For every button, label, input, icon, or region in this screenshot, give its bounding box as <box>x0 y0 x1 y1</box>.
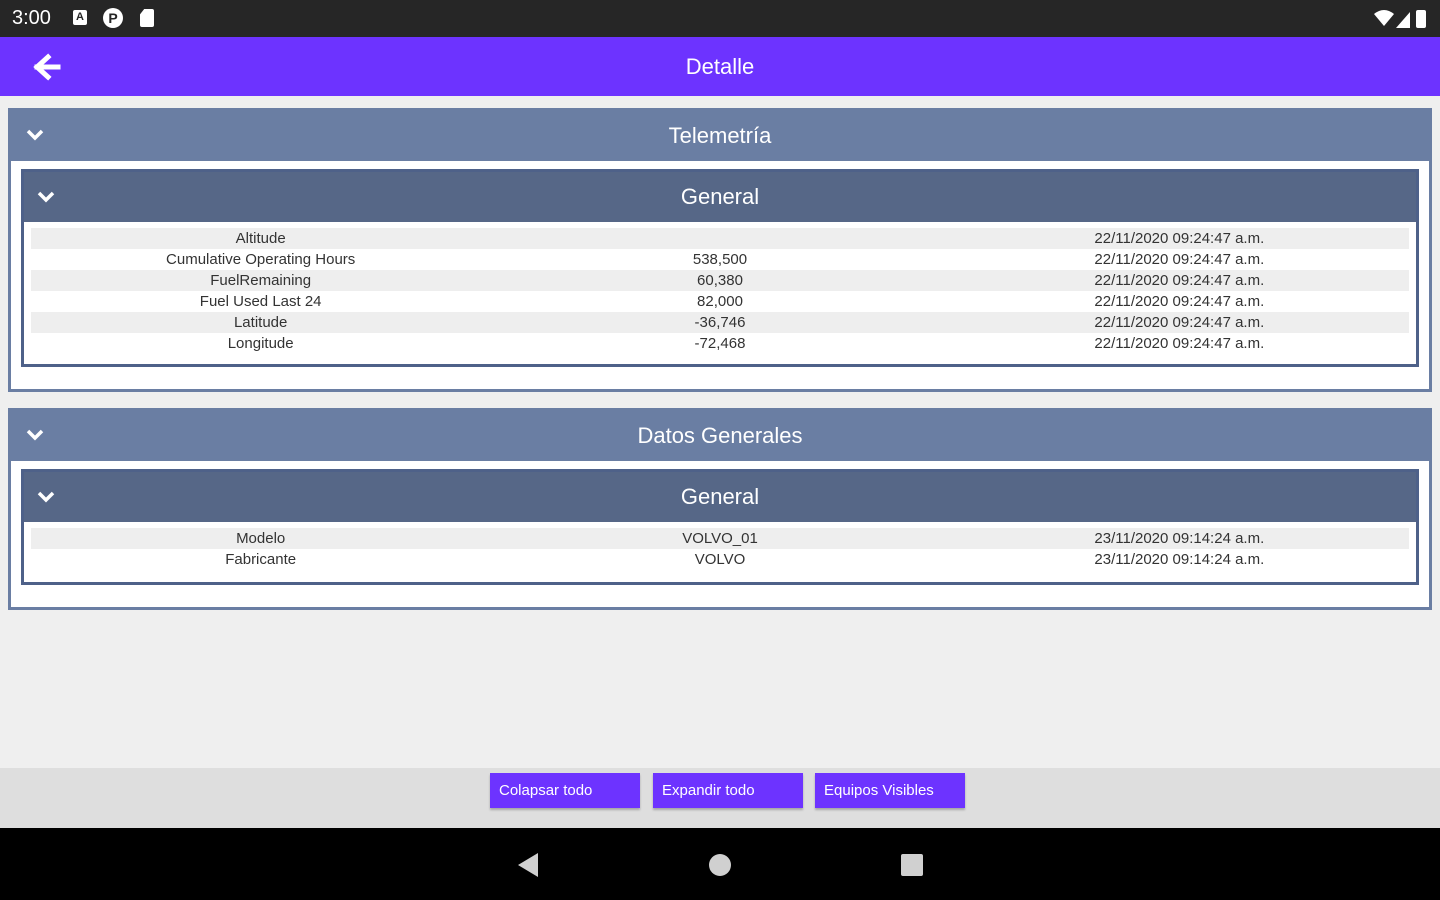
nav-recents-icon[interactable] <box>900 853 924 877</box>
row-timestamp: 22/11/2020 09:24:47 a.m. <box>1094 335 1265 352</box>
section-telemetria: Telemetría General Altitude 22/11/2020 0… <box>8 108 1432 392</box>
row-timestamp: 23/11/2020 09:14:24 a.m. <box>1094 551 1265 568</box>
sd-card-icon <box>140 9 154 27</box>
table-row: FuelRemaining 60,380 22/11/2020 09:24:47… <box>31 270 1409 291</box>
group-general-telemetria: General Altitude 22/11/2020 09:24:47 a.m… <box>21 169 1419 367</box>
row-label: FuelRemaining <box>210 272 312 289</box>
group-header-general[interactable]: General <box>24 472 1416 522</box>
status-time: 3:00 <box>12 7 51 29</box>
row-timestamp: 22/11/2020 09:24:47 a.m. <box>1094 293 1265 310</box>
visible-equipment-button[interactable]: Equipos Visibles <box>815 773 965 808</box>
row-value: VOLVO_01 <box>682 530 758 547</box>
row-label: Modelo <box>236 530 286 547</box>
p-notification-icon: P <box>103 8 123 28</box>
general-data-rows: Modelo VOLVO_01 23/11/2020 09:14:24 a.m.… <box>24 522 1416 578</box>
row-timestamp: 23/11/2020 09:14:24 a.m. <box>1094 530 1265 547</box>
table-row: Fabricante VOLVO 23/11/2020 09:14:24 a.m… <box>31 549 1409 570</box>
row-timestamp: 22/11/2020 09:24:47 a.m. <box>1094 230 1265 247</box>
bottom-toolbar: Colapsar todo Expandir todo Equipos Visi… <box>0 768 1440 828</box>
status-bar: 3:00 A P <box>0 0 1440 37</box>
wifi-icon <box>1374 10 1394 26</box>
system-nav-bar <box>0 828 1440 900</box>
row-timestamp: 22/11/2020 09:24:47 a.m. <box>1094 272 1265 289</box>
app-bar: Detalle <box>0 37 1440 96</box>
section-header-datos-generales[interactable]: Datos Generales <box>11 411 1429 461</box>
status-right-icons <box>1374 10 1426 28</box>
row-label: Fabricante <box>225 551 297 568</box>
row-label: Cumulative Operating Hours <box>166 251 356 268</box>
row-label: Latitude <box>233 314 288 331</box>
group-header-general[interactable]: General <box>24 172 1416 222</box>
section-title: Datos Generales <box>637 423 803 448</box>
expand-all-button[interactable]: Expandir todo <box>653 773 803 808</box>
page-title: Detalle <box>685 54 755 79</box>
row-label: Longitude <box>227 335 294 352</box>
row-value <box>490 228 949 249</box>
battery-icon <box>1416 10 1426 28</box>
telemetry-rows: Altitude 22/11/2020 09:24:47 a.m. Cumula… <box>24 222 1416 362</box>
table-row: Modelo VOLVO_01 23/11/2020 09:14:24 a.m. <box>31 528 1409 549</box>
section-datos-generales: Datos Generales General Modelo VOLVO_01 … <box>8 408 1432 610</box>
section-header-telemetria[interactable]: Telemetría <box>11 111 1429 161</box>
row-label: Altitude <box>235 230 286 247</box>
row-value: 82,000 <box>697 293 743 310</box>
group-title: General <box>680 484 760 509</box>
cell-signal-icon <box>1396 12 1410 28</box>
group-title: General <box>680 184 760 209</box>
nav-back-icon[interactable] <box>516 852 540 878</box>
section-title: Telemetría <box>668 123 772 148</box>
nav-home-icon[interactable] <box>708 853 732 877</box>
table-row: Cumulative Operating Hours 538,500 22/11… <box>31 249 1409 270</box>
row-value: 60,380 <box>697 272 743 289</box>
a-notification-icon: A <box>73 10 87 25</box>
collapse-all-button[interactable]: Colapsar todo <box>490 773 640 808</box>
row-timestamp: 22/11/2020 09:24:47 a.m. <box>1094 251 1265 268</box>
group-general-datos: General Modelo VOLVO_01 23/11/2020 09:14… <box>21 469 1419 585</box>
row-label: Fuel Used Last 24 <box>199 293 322 310</box>
row-value: VOLVO <box>694 551 746 568</box>
row-value: -72,468 <box>694 335 746 352</box>
table-row: Altitude 22/11/2020 09:24:47 a.m. <box>31 228 1409 249</box>
table-row: Longitude -72,468 22/11/2020 09:24:47 a.… <box>31 333 1409 354</box>
row-value: 538,500 <box>692 251 748 268</box>
table-row: Fuel Used Last 24 82,000 22/11/2020 09:2… <box>31 291 1409 312</box>
row-value: -36,746 <box>694 314 746 331</box>
table-row: Latitude -36,746 22/11/2020 09:24:47 a.m… <box>31 312 1409 333</box>
row-timestamp: 22/11/2020 09:24:47 a.m. <box>1094 314 1265 331</box>
